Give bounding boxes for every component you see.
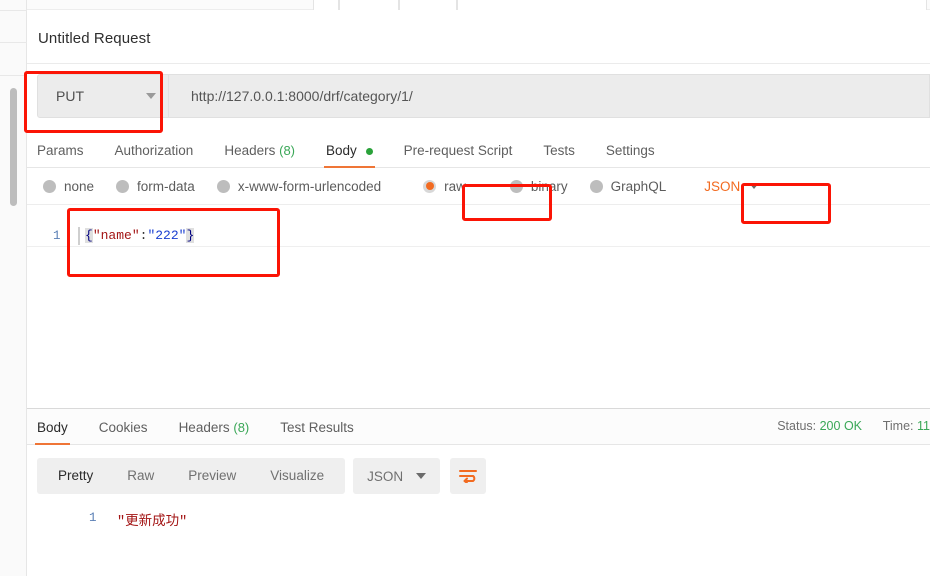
http-method-select[interactable]: PUT	[37, 74, 169, 118]
response-tab-body-label: Body	[37, 420, 68, 435]
tab-headers[interactable]: Headers (8)	[224, 143, 295, 167]
view-mode-raw[interactable]: Raw	[110, 458, 171, 494]
request-body-editor[interactable]: 1 {"name":"222"}	[27, 204, 930, 409]
body-type-binary[interactable]: binary	[509, 178, 568, 194]
response-tabs: Body Cookies Headers (8) Test Results St…	[27, 409, 930, 445]
body-type-graphql-label: GraphQL	[610, 178, 667, 194]
response-tab-cookies[interactable]: Cookies	[99, 420, 148, 444]
request-title-bar: Untitled Request	[27, 10, 930, 64]
response-tab-headers-label: Headers	[178, 420, 230, 435]
editor-close-brace: }	[186, 228, 195, 243]
response-line-number: 1	[89, 511, 97, 525]
tab-params[interactable]: Params	[37, 143, 84, 167]
response-tab-headers[interactable]: Headers (8)	[179, 420, 250, 444]
body-type-form-data[interactable]: form-data	[116, 179, 195, 194]
status-badge: 200 OK	[819, 419, 862, 433]
request-tabs: Params Authorization Headers (8) Body Pr…	[27, 132, 930, 168]
tab-body-label: Body	[326, 143, 357, 158]
tab-tests-label: Tests	[543, 143, 575, 158]
radio-icon	[216, 179, 230, 193]
radio-icon	[509, 179, 523, 193]
body-type-raw-label: raw	[444, 178, 466, 194]
url-input[interactable]: http://127.0.0.1:8000/drf/category/1/	[169, 74, 930, 118]
tab-headers-label: Headers	[224, 143, 276, 158]
body-type-none[interactable]: none	[43, 179, 94, 194]
tab-tests[interactable]: Tests	[543, 143, 575, 167]
tab-authorization-label: Authorization	[114, 143, 194, 158]
response-pane: Body Cookies Headers (8) Test Results St…	[27, 409, 930, 576]
editor-code-line: {"name":"222"}	[85, 228, 195, 243]
body-type-urlencoded-label: x-www-form-urlencoded	[237, 178, 382, 194]
radio-icon	[116, 179, 130, 193]
editor-caret	[78, 227, 80, 245]
time-value: 11	[917, 419, 930, 433]
response-tab-headers-count: (8)	[233, 420, 250, 435]
body-format-label: JSON	[704, 178, 741, 194]
response-tab-test-results[interactable]: Test Results	[280, 420, 354, 444]
tab-settings-label: Settings	[605, 143, 655, 158]
url-text: http://127.0.0.1:8000/drf/category/1/	[191, 88, 413, 104]
body-type-binary-label: binary	[530, 178, 568, 194]
response-format-label: JSON	[367, 468, 404, 484]
radio-icon	[589, 179, 603, 193]
response-tab-cookies-label: Cookies	[98, 420, 148, 435]
response-tab-body[interactable]: Body	[35, 420, 70, 445]
body-type-row: none form-data x-www-form-urlencoded raw…	[27, 168, 930, 204]
chevron-down-icon	[416, 473, 427, 479]
body-present-dot-icon	[365, 147, 373, 155]
response-meta: Status: 200 OK Time: 11	[777, 419, 930, 433]
chevron-down-icon	[749, 183, 760, 189]
word-wrap-button[interactable]	[450, 458, 487, 494]
body-type-raw[interactable]: raw	[423, 179, 466, 194]
response-body-viewer[interactable]: 1 "更新成功"	[27, 501, 930, 576]
editor-value: "222"	[147, 228, 187, 243]
response-format-select[interactable]: JSON	[353, 458, 441, 494]
body-type-graphql[interactable]: GraphQL	[589, 178, 667, 194]
tab-pre-request-script[interactable]: Pre-request Script	[404, 143, 513, 167]
tab-params-label: Params	[37, 143, 84, 158]
response-viewer-toolbar: Pretty Raw Preview Visualize JSON	[37, 457, 930, 495]
chevron-down-icon	[146, 93, 156, 99]
tab-authorization[interactable]: Authorization	[115, 143, 194, 167]
view-mode-preview[interactable]: Preview	[171, 458, 253, 494]
tab-settings[interactable]: Settings	[606, 143, 655, 167]
radio-selected-icon	[423, 179, 437, 193]
left-sidebar-gutter	[0, 0, 27, 576]
body-format-select[interactable]: JSON	[704, 178, 760, 194]
response-view-mode-group: Pretty Raw Preview Visualize	[37, 458, 346, 494]
response-body-text: "更新成功"	[117, 515, 188, 530]
radio-icon	[43, 179, 56, 193]
postman-window: Untitled Request PUT http://127.0.0.1:80…	[0, 0, 930, 576]
view-mode-visualize[interactable]: Visualize	[253, 458, 341, 494]
editor-key: "name"	[92, 228, 140, 243]
tab-headers-count: (8)	[279, 143, 296, 158]
tab-pre-request-script-label: Pre-request Script	[403, 143, 513, 158]
word-wrap-icon	[459, 470, 478, 483]
http-method-label: PUT	[56, 88, 84, 104]
editor-line-number: 1	[53, 229, 61, 243]
time-label: Time:	[882, 419, 914, 433]
tab-bar-strip	[27, 0, 930, 10]
view-mode-pretty[interactable]: Pretty	[41, 458, 110, 494]
page-title: Untitled Request	[38, 30, 151, 47]
status-label: Status:	[777, 419, 817, 433]
editor-open-brace: {	[85, 228, 93, 243]
body-type-urlencoded[interactable]: x-www-form-urlencoded	[216, 178, 382, 194]
sidebar-scrollbar[interactable]	[10, 88, 17, 206]
body-type-form-data-label: form-data	[137, 178, 195, 194]
body-type-none-label: none	[64, 178, 95, 194]
response-tab-test-results-label: Test Results	[280, 420, 354, 435]
tab-body[interactable]: Body	[324, 143, 375, 168]
